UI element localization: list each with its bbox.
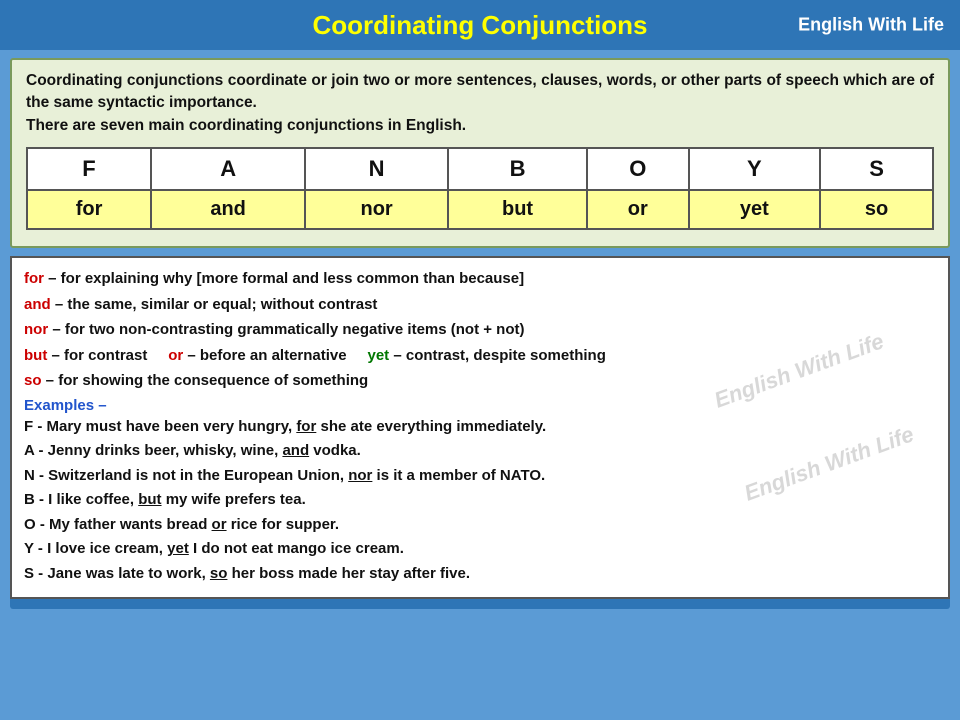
def-and: and – the same, similar or equal; withou… [24, 294, 936, 317]
def-for-text: – for explaining why [more formal and le… [44, 270, 524, 287]
ex-y-letter: Y [24, 540, 34, 557]
fanboys-table: F A N B O Y S for and nor but or yet so [26, 147, 934, 230]
letter-f: F [27, 148, 151, 190]
letter-o: O [587, 148, 688, 190]
ex-f-rest: she ate everything immediately. [316, 418, 546, 435]
ex-a-text: - Jenny drinks beer, whisky, wine, [34, 442, 282, 459]
conj-for: for [24, 270, 44, 287]
example-f: F - Mary must have been very hungry, for… [24, 416, 936, 439]
page-title: Coordinating Conjunctions [312, 10, 647, 41]
example-o: O - My father wants bread or rice for su… [24, 514, 936, 537]
ex-y-rest: I do not eat mango ice cream. [189, 540, 404, 557]
word-yet: yet [689, 190, 821, 229]
conj-yet: yet [367, 347, 389, 364]
letter-y: Y [689, 148, 821, 190]
word-for: for [27, 190, 151, 229]
letter-a: A [151, 148, 305, 190]
fanboys-words-row: for and nor but or yet so [27, 190, 933, 229]
ex-s-letter: S [24, 565, 34, 582]
definitions-box: English With Life English With Life for … [10, 256, 950, 599]
conj-so: so [24, 372, 42, 389]
ex-b-letter: B [24, 491, 35, 508]
letter-n: N [305, 148, 448, 190]
example-y: Y - I love ice cream, yet I do not eat m… [24, 538, 936, 561]
ex-b-text: - I like coffee, [35, 491, 138, 508]
ex-f-conj: for [296, 418, 316, 435]
def-so-text: – for showing the consequence of somethi… [42, 372, 369, 389]
ex-b-rest: my wife prefers tea. [162, 491, 306, 508]
def-but-text: – for contrast [47, 347, 147, 364]
intro-line1: Coordinating conjunctions coordinate or … [26, 72, 934, 111]
example-a: A - Jenny drinks beer, whisky, wine, and… [24, 440, 936, 463]
examples-header: Examples – [24, 397, 936, 414]
ex-n-letter: N [24, 467, 35, 484]
def-for: for – for explaining why [more formal an… [24, 268, 936, 291]
word-nor: nor [305, 190, 448, 229]
word-or: or [587, 190, 688, 229]
ex-f-letter: F [24, 418, 33, 435]
ex-o-letter: O [24, 516, 36, 533]
word-and: and [151, 190, 305, 229]
def-yet-text: – contrast, despite something [389, 347, 606, 364]
def-nor: nor – for two non-contrasting grammatica… [24, 319, 936, 342]
main-content: Coordinating conjunctions coordinate or … [10, 58, 950, 248]
ex-y-conj: yet [167, 540, 189, 557]
example-n: N - Switzerland is not in the European U… [24, 465, 936, 488]
conj-but: but [24, 347, 47, 364]
def-but-or-yet: but – for contrast or – before an altern… [24, 345, 936, 368]
def-so: so – for showing the consequence of some… [24, 370, 936, 393]
header: Coordinating Conjunctions English With L… [0, 0, 960, 50]
def-and-text: – the same, similar or equal; without co… [51, 296, 378, 313]
ex-b-conj: but [138, 491, 161, 508]
ex-s-conj: so [210, 565, 228, 582]
word-so: so [820, 190, 933, 229]
def-nor-text: – for two non-contrasting grammatically … [48, 321, 524, 338]
ex-n-conj: nor [348, 467, 372, 484]
fanboys-letters-row: F A N B O Y S [27, 148, 933, 190]
conj-nor: nor [24, 321, 48, 338]
ex-n-text: - Switzerland is not in the European Uni… [35, 467, 348, 484]
ex-s-rest: her boss made her stay after five. [227, 565, 470, 582]
ex-y-text: - I love ice cream, [34, 540, 167, 557]
intro-line2: There are seven main coordinating conjun… [26, 117, 466, 134]
conj-or: or [168, 347, 183, 364]
ex-a-rest: vodka. [309, 442, 361, 459]
ex-o-text: - My father wants bread [36, 516, 212, 533]
ex-s-text: - Jane was late to work, [34, 565, 210, 582]
ex-f-text: - Mary must have been very hungry, [33, 418, 296, 435]
ex-o-conj: or [212, 516, 227, 533]
conj-and: and [24, 296, 51, 313]
ex-a-conj: and [282, 442, 309, 459]
brand-label: English With Life [798, 15, 944, 36]
ex-a-letter: A [24, 442, 34, 459]
letter-s: S [820, 148, 933, 190]
def-or-text: – before an alternative [183, 347, 346, 364]
example-b: B - I like coffee, but my wife prefers t… [24, 489, 936, 512]
example-s: S - Jane was late to work, so her boss m… [24, 563, 936, 586]
ex-n-rest: is it a member of NATO. [372, 467, 545, 484]
letter-b: B [448, 148, 587, 190]
intro-paragraph: Coordinating conjunctions coordinate or … [26, 70, 934, 137]
ex-o-rest: rice for supper. [227, 516, 340, 533]
bottom-bar [10, 599, 950, 609]
word-but: but [448, 190, 587, 229]
